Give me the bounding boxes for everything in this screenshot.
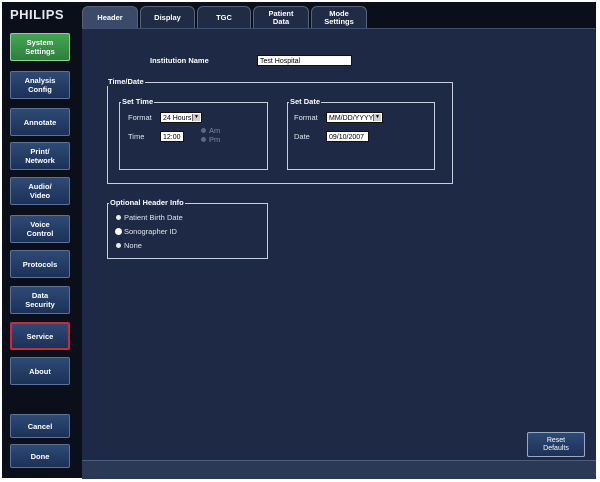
sidebar-item-data-security[interactable]: Data Security bbox=[10, 286, 70, 314]
tab-tgc[interactable]: TGC bbox=[197, 6, 251, 28]
tab-header[interactable]: Header bbox=[82, 6, 138, 28]
date-input[interactable]: 09/10/2007 bbox=[326, 131, 369, 142]
time-date-title: Time/Date bbox=[107, 77, 145, 86]
set-time-title: Set Time bbox=[121, 97, 155, 106]
time-format-value: 24 Hours bbox=[163, 115, 192, 122]
sidebar-item-service[interactable]: Service bbox=[10, 322, 70, 350]
patient-birth-date-label: Patient Birth Date bbox=[124, 213, 183, 222]
date-format-select[interactable]: MM/DD/YYYY ▼ bbox=[326, 112, 383, 123]
pm-radio[interactable] bbox=[201, 137, 206, 142]
cancel-button[interactable]: Cancel bbox=[10, 414, 70, 438]
none-radio[interactable] bbox=[116, 243, 121, 248]
date-label: Date bbox=[294, 132, 310, 141]
institution-name-input[interactable]: Test Hospital bbox=[257, 55, 352, 66]
date-format-value: MM/DD/YYYY bbox=[329, 115, 374, 122]
pm-label: Pm bbox=[209, 135, 221, 144]
time-format-label: Format bbox=[128, 113, 152, 122]
am-radio[interactable] bbox=[201, 128, 206, 133]
philips-logo: PHILIPS bbox=[10, 7, 65, 22]
time-format-select[interactable]: 24 Hours ▼ bbox=[160, 112, 202, 123]
sidebar-item-system-settings[interactable]: System Settings bbox=[10, 33, 70, 61]
date-format-label: Format bbox=[294, 113, 318, 122]
set-date-title: Set Date bbox=[289, 97, 322, 106]
optional-header-title: Optional Header Info bbox=[109, 198, 185, 207]
sidebar-item-voice-control[interactable]: Voice Control bbox=[10, 215, 70, 243]
reset-defaults-button[interactable]: Reset Defaults bbox=[527, 432, 585, 457]
chevron-down-icon: ▼ bbox=[373, 114, 381, 121]
tab-patient-data[interactable]: Patient Data bbox=[253, 6, 309, 28]
tab-mode-settings[interactable]: Mode Settings bbox=[311, 6, 367, 28]
patient-birth-date-radio[interactable] bbox=[116, 215, 121, 220]
sidebar-item-analysis-config[interactable]: Analysis Config bbox=[10, 71, 70, 99]
sidebar-item-protocols[interactable]: Protocols bbox=[10, 250, 70, 278]
chevron-down-icon: ▼ bbox=[192, 114, 200, 121]
sonographer-id-label: Sonographer ID bbox=[124, 227, 177, 236]
status-bar bbox=[82, 460, 596, 479]
time-label: Time bbox=[128, 132, 145, 141]
none-label: None bbox=[124, 241, 142, 250]
sidebar-item-audio-video[interactable]: Audio/ Video bbox=[10, 177, 70, 205]
time-input[interactable]: 12:00 bbox=[160, 131, 184, 142]
am-label: Am bbox=[209, 126, 221, 135]
done-button[interactable]: Done bbox=[10, 444, 70, 468]
institution-name-label: Institution Name bbox=[150, 56, 209, 65]
sonographer-id-radio[interactable] bbox=[116, 229, 121, 234]
sidebar-item-about[interactable]: About bbox=[10, 357, 70, 385]
sidebar-item-annotate[interactable]: Annotate bbox=[10, 108, 70, 136]
sidebar-item-print-network[interactable]: Print/ Network bbox=[10, 142, 70, 170]
tab-display[interactable]: Display bbox=[140, 6, 195, 28]
